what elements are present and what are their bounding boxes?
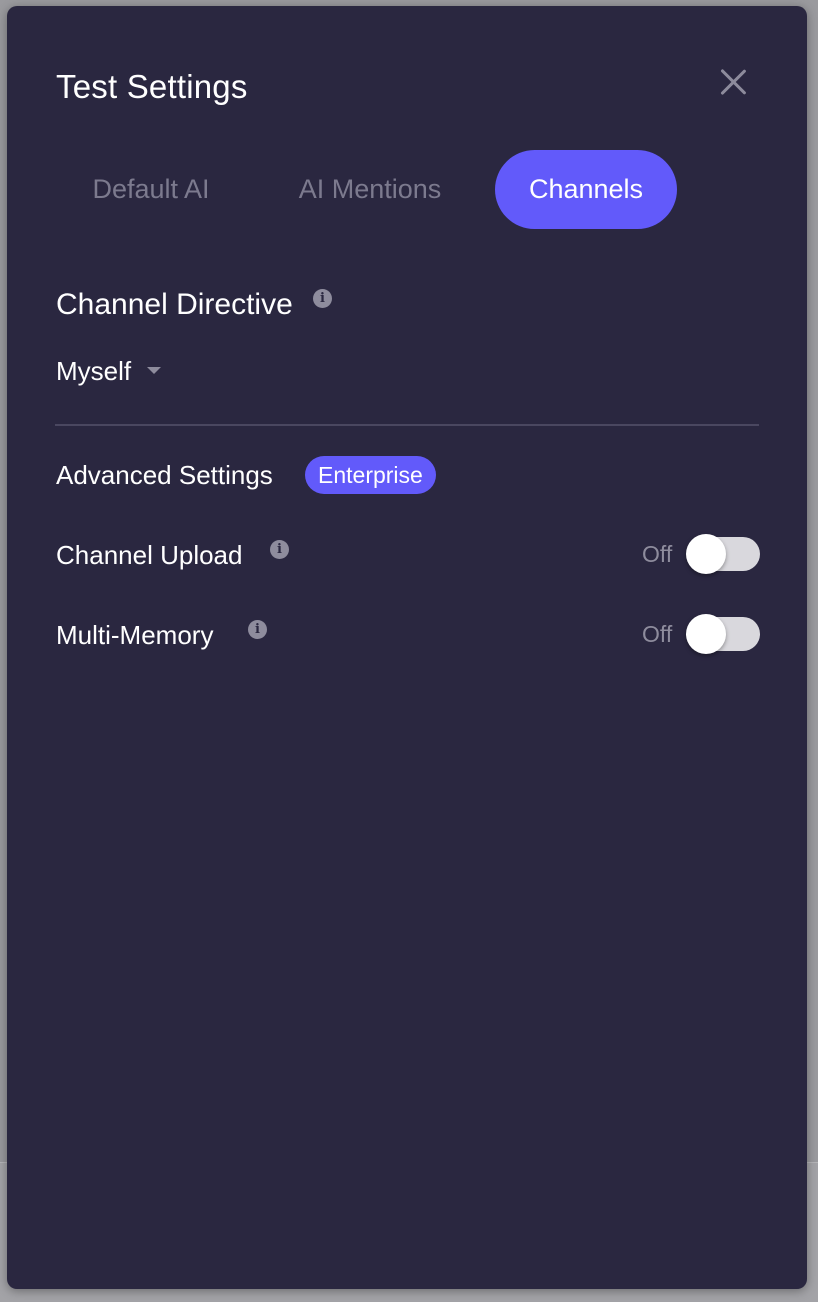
tab-ai-mentions[interactable]: AI Mentions	[274, 150, 466, 229]
multi-memory-state: Off	[642, 621, 673, 647]
toggle-knob	[686, 614, 726, 654]
enterprise-badge: Enterprise	[305, 456, 436, 494]
channel-upload-toggle[interactable]	[686, 534, 760, 574]
tab-default-ai[interactable]: Default AI	[56, 150, 246, 229]
channel-directive-dropdown[interactable]: Myself	[56, 356, 162, 396]
multi-memory-toggle[interactable]	[686, 614, 760, 654]
channel-upload-label: Channel Upload	[56, 540, 243, 570]
toggle-knob	[686, 534, 726, 574]
info-icon[interactable]: i	[270, 540, 289, 559]
tab-channels[interactable]: Channels	[495, 150, 677, 229]
settings-modal: Test Settings Default AI AI Mentions Cha…	[7, 6, 807, 1289]
advanced-settings-title: Advanced Settings	[56, 460, 273, 490]
channel-directive-title: Channel Directive	[56, 288, 293, 321]
modal-title: Test Settings	[56, 68, 248, 105]
caret-down-icon	[147, 366, 162, 374]
close-icon[interactable]	[715, 64, 751, 100]
multi-memory-label: Multi-Memory	[56, 620, 214, 650]
info-icon[interactable]: i	[313, 289, 332, 308]
channel-upload-state: Off	[642, 541, 673, 567]
divider	[55, 424, 759, 426]
dropdown-value: Myself	[56, 356, 132, 386]
info-icon[interactable]: i	[248, 620, 267, 639]
